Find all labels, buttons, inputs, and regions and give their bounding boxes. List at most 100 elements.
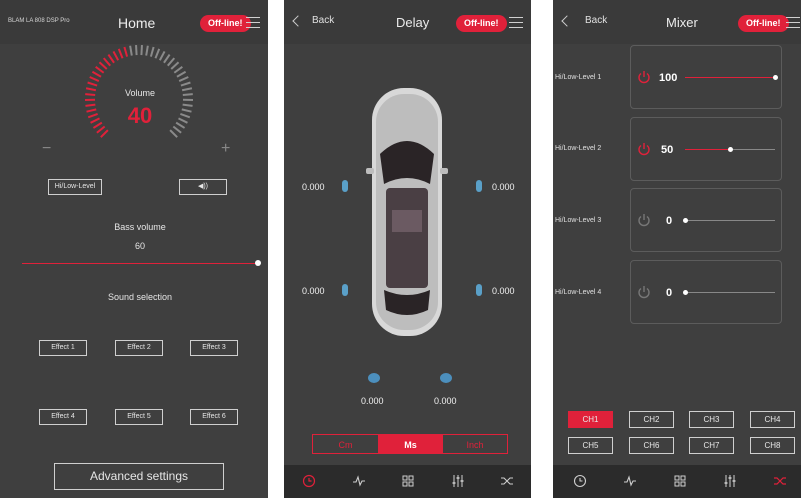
unit-inch-tab[interactable]: Inch: [443, 435, 507, 453]
channel-3-slider[interactable]: [683, 218, 775, 223]
volume-dial-tick: [89, 76, 100, 82]
volume-dial-tick: [163, 53, 171, 64]
volume-dial-tick: [129, 45, 133, 56]
speaker-button[interactable]: ◀)): [179, 179, 227, 195]
volume-dial-tick: [91, 70, 102, 78]
sliders-icon[interactable]: [451, 474, 465, 488]
sub-right-speaker-icon[interactable]: [440, 373, 452, 383]
power-icon[interactable]: [637, 70, 651, 84]
ch3-button[interactable]: CH3: [689, 411, 734, 428]
volume-dial-tick: [169, 129, 178, 138]
ch6-button[interactable]: CH6: [629, 437, 674, 454]
menu-icon[interactable]: [509, 17, 523, 29]
volume-dial-tick: [87, 81, 98, 87]
clock-icon[interactable]: [573, 474, 587, 488]
sub-left-delay-value: 0.000: [361, 396, 384, 406]
volume-dial-tick: [145, 45, 149, 56]
rear-right-speaker-icon[interactable]: [476, 284, 482, 296]
slider-thumb[interactable]: [728, 147, 733, 152]
back-button[interactable]: Back: [585, 15, 607, 26]
page-title: Mixer: [666, 15, 698, 30]
car-illustration: [366, 88, 448, 336]
ch2-button[interactable]: CH2: [629, 411, 674, 428]
power-icon[interactable]: [637, 142, 651, 156]
bass-slider[interactable]: [22, 260, 261, 266]
rear-left-delay-value: 0.000: [302, 286, 325, 296]
channel-3-control: 0: [630, 188, 782, 252]
grid-icon[interactable]: [401, 474, 415, 488]
volume-dial[interactable]: [80, 40, 198, 158]
back-chevron-icon[interactable]: [561, 15, 573, 27]
channel-2-slider[interactable]: [685, 147, 775, 152]
effect-5-button[interactable]: Effect 5: [115, 409, 163, 425]
channel-3-label: Hi/Low-Level 3: [555, 217, 602, 224]
volume-dial-tick: [167, 57, 176, 67]
home-panel: BLAM LA 808 DSP Pro Home Off-line! Volum…: [0, 0, 268, 498]
bass-slider-track: [22, 263, 258, 264]
shuffle-icon[interactable]: [773, 474, 787, 488]
volume-minus-button[interactable]: −: [42, 140, 51, 158]
power-icon[interactable]: [637, 213, 651, 227]
channel-2-label: Hi/Low-Level 2: [555, 145, 602, 152]
volume-dial-tick: [102, 57, 111, 67]
advanced-settings-button[interactable]: Advanced settings: [54, 463, 224, 490]
volume-dial-tick: [178, 76, 189, 82]
ch5-button[interactable]: CH5: [568, 437, 613, 454]
delay-header: Back Delay Off-line!: [284, 0, 531, 44]
speaker-icon: ◀)): [197, 183, 209, 190]
volume-dial-tick: [158, 50, 166, 61]
sliders-icon[interactable]: [723, 474, 737, 488]
effect-3-button[interactable]: Effect 3: [190, 340, 238, 356]
input-mode-button[interactable]: Hi/Low-Level: [48, 179, 102, 195]
grid-icon[interactable]: [673, 474, 687, 488]
channel-4-control: 0: [630, 260, 782, 324]
front-left-speaker-icon[interactable]: [342, 180, 348, 192]
sound-selection-label: Sound selection: [107, 292, 173, 302]
volume-plus-button[interactable]: +: [221, 140, 230, 158]
power-icon[interactable]: [637, 285, 651, 299]
shuffle-icon[interactable]: [500, 474, 514, 488]
front-right-speaker-icon[interactable]: [476, 180, 482, 192]
menu-icon[interactable]: [786, 17, 800, 29]
channel-4-value: 0: [666, 287, 673, 299]
pulse-icon[interactable]: [623, 474, 637, 488]
effect-6-button[interactable]: Effect 6: [190, 409, 238, 425]
slider-thumb[interactable]: [773, 75, 778, 80]
effect-2-button[interactable]: Effect 2: [115, 340, 163, 356]
sub-left-speaker-icon[interactable]: [368, 373, 380, 383]
offline-badge: Off-line!: [456, 15, 507, 32]
rear-left-speaker-icon[interactable]: [342, 284, 348, 296]
menu-icon[interactable]: [246, 17, 260, 29]
channel-1-slider[interactable]: [685, 75, 778, 80]
volume-dial-tick: [117, 48, 124, 59]
ch4-button[interactable]: CH4: [750, 411, 795, 428]
slider-thumb[interactable]: [683, 290, 688, 295]
device-name: BLAM LA 808 DSP Pro: [8, 18, 70, 24]
slider-fill: [685, 77, 775, 78]
bottom-nav: [553, 465, 801, 498]
channel-1-label: Hi/Low-Level 1: [555, 74, 602, 81]
unit-ms-tab[interactable]: Ms: [378, 435, 443, 453]
volume-dial-tick: [173, 65, 183, 74]
bass-slider-thumb[interactable]: [255, 260, 261, 266]
ch8-button[interactable]: CH8: [750, 437, 795, 454]
bass-volume-label: Bass volume: [114, 222, 166, 232]
mixer-header: Back Mixer Off-line!: [553, 0, 801, 44]
volume-dial-tick: [170, 61, 180, 70]
pulse-icon[interactable]: [352, 474, 366, 488]
channel-4-slider[interactable]: [683, 290, 775, 295]
back-button[interactable]: Back: [312, 15, 334, 26]
ch7-button[interactable]: CH7: [689, 437, 734, 454]
back-chevron-icon[interactable]: [292, 15, 304, 27]
channel-4-label: Hi/Low-Level 4: [555, 289, 602, 296]
effect-4-button[interactable]: Effect 4: [39, 409, 87, 425]
slider-thumb[interactable]: [683, 218, 688, 223]
volume-dial-tick: [154, 48, 161, 59]
unit-cm-tab[interactable]: Cm: [313, 435, 378, 453]
home-header: BLAM LA 808 DSP Pro Home Off-line!: [0, 0, 268, 44]
ch1-button[interactable]: CH1: [568, 411, 613, 428]
volume-dial-tick: [98, 61, 108, 70]
volume-dial-tick: [123, 46, 129, 57]
effect-1-button[interactable]: Effect 1: [39, 340, 87, 356]
clock-icon[interactable]: [302, 474, 316, 488]
